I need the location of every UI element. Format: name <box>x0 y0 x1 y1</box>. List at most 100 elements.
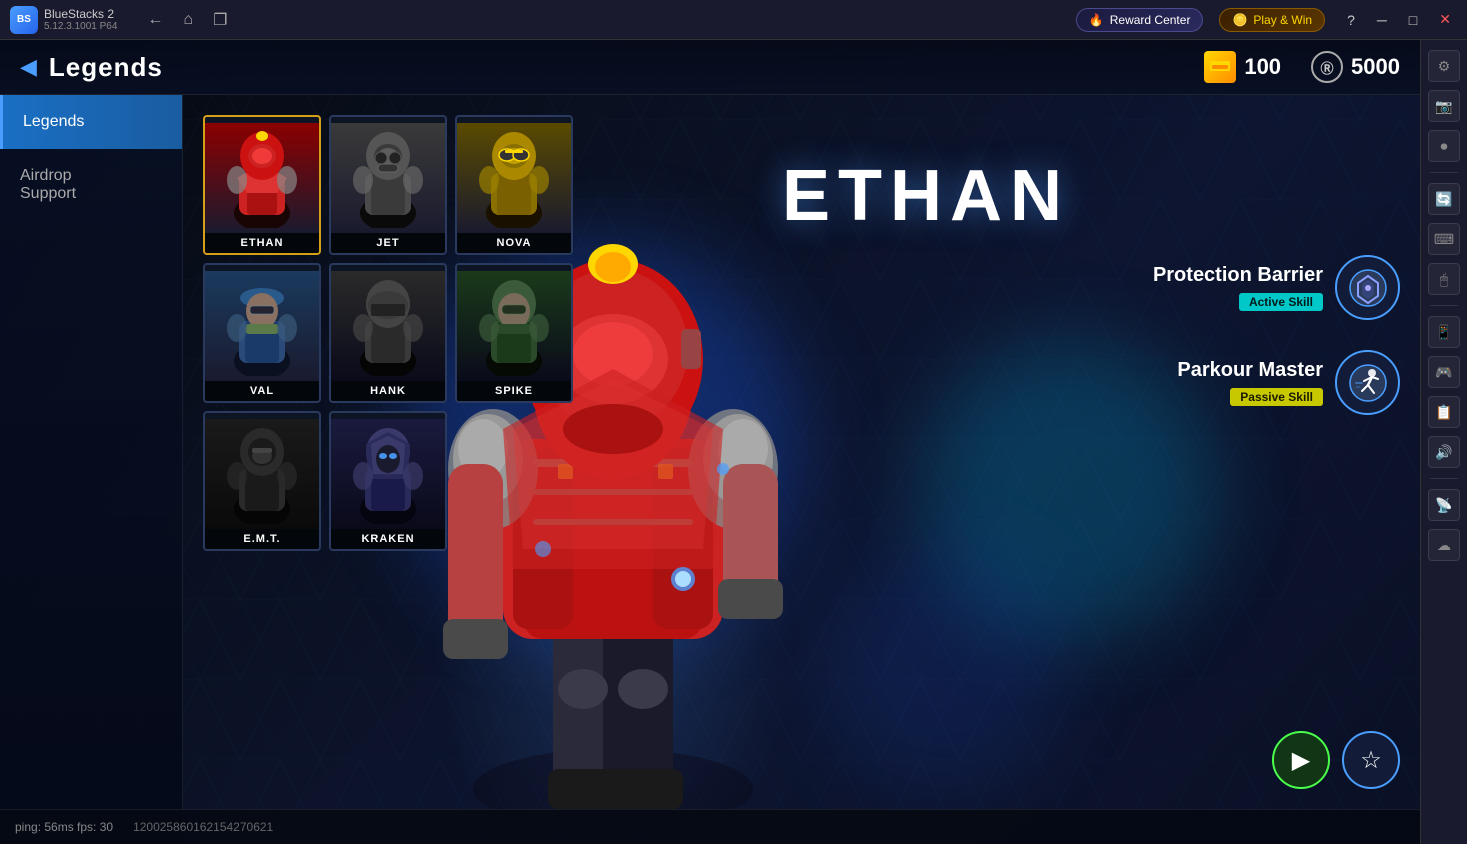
app-version: 5.12.3.1001 P64 <box>44 21 117 32</box>
help-button[interactable]: ? <box>1341 9 1361 30</box>
spike-name-tag: SPIKE <box>457 381 571 401</box>
window-nav-controls: ← ⌂ ❐ <box>147 10 227 30</box>
legend-card-val[interactable]: VAL <box>203 263 321 403</box>
play-button[interactable]: ▶ <box>1272 731 1330 789</box>
keyboard-icon[interactable]: ⌨ <box>1428 223 1460 255</box>
legend-card-hank[interactable]: 🔒 HANK <box>329 263 447 403</box>
status-bar: ping: 56ms fps: 30 120025860162154270621 <box>0 809 1420 844</box>
sidebar: Legends AirdropSupport <box>0 95 183 844</box>
sidebar-item-legends[interactable]: Legends <box>0 95 182 149</box>
hank-avatar <box>331 271 445 381</box>
val-name-tag: VAL <box>205 381 319 401</box>
skills-panel: Protection Barrier Active Skill Parkour … <box>1060 255 1400 445</box>
gamepad-icon[interactable]: 🎮 <box>1428 356 1460 388</box>
volume-icon[interactable]: 🔊 <box>1428 436 1460 468</box>
currency-display: 100 Ⓡ 5000 <box>1204 51 1400 83</box>
sidebar-divider-2 <box>1430 305 1458 306</box>
settings-icon[interactable]: ⚙ <box>1428 50 1460 82</box>
reward-center-label: Reward Center <box>1110 13 1191 27</box>
windows-nav-button[interactable]: ❐ <box>213 10 227 30</box>
cloud-icon[interactable]: ☁ <box>1428 529 1460 561</box>
back-button[interactable]: ◀ Legends <box>20 52 163 83</box>
emt-avatar <box>205 419 319 529</box>
game-area: ◀ Legends 100 Ⓡ 5000 Legend <box>0 40 1420 844</box>
legend-card-spike[interactable]: 🔒 SPIKE <box>455 263 573 403</box>
skill-2-icon-circle[interactable] <box>1335 350 1400 415</box>
emt-name-tag: E.M.T. <box>205 529 319 549</box>
skill-2-name: Parkour Master <box>1177 359 1323 382</box>
legend-card-nova[interactable]: NOVA <box>455 115 573 255</box>
r-currency-icon: Ⓡ <box>1311 51 1343 83</box>
coin-icon: 🪙 <box>1232 13 1247 27</box>
legend-card-emt[interactable]: 🔒 E.M.T. <box>203 411 321 551</box>
app-logo: BS BlueStacks 2 5.12.3.1001 P64 <box>10 6 117 34</box>
minimize-button[interactable]: ─ <box>1371 9 1393 30</box>
back-arrow-icon: ◀ <box>20 54 37 80</box>
jet-name-tag: JET <box>331 233 445 253</box>
app-name: BlueStacks 2 <box>44 7 117 21</box>
play-icon: ▶ <box>1292 746 1310 775</box>
page-title: Legends <box>49 52 163 83</box>
emt-figure <box>217 424 307 524</box>
nova-avatar <box>457 123 571 233</box>
jet-figure <box>343 128 433 228</box>
kraken-avatar <box>331 419 445 529</box>
kraken-figure <box>343 424 433 524</box>
parkour-master-icon <box>1348 363 1388 403</box>
gold-icon <box>1204 51 1236 83</box>
skill-1-type-badge: Active Skill <box>1239 293 1323 311</box>
sidebar-airdrop-label: AirdropSupport <box>20 167 76 203</box>
titlebar: BS BlueStacks 2 5.12.3.1001 P64 ← ⌂ ❐ 🔥 … <box>0 0 1467 40</box>
clipboard-icon[interactable]: 📋 <box>1428 396 1460 428</box>
hank-figure <box>343 276 433 376</box>
gold-currency: 100 <box>1204 51 1281 83</box>
protection-barrier-icon <box>1348 268 1388 308</box>
skill-2-type-badge: Passive Skill <box>1230 388 1323 406</box>
home-nav-button[interactable]: ⌂ <box>183 11 193 29</box>
header-bar: ◀ Legends 100 Ⓡ 5000 <box>0 40 1420 95</box>
skill-item-parkour-master: Parkour Master Passive Skill <box>1060 350 1400 415</box>
bottom-actions: ▶ ☆ <box>1272 731 1400 789</box>
ping-fps-display: ping: 56ms fps: 30 <box>15 820 113 834</box>
sidebar-legends-label: Legends <box>23 113 84 131</box>
nova-figure <box>469 128 559 228</box>
sidebar-divider-3 <box>1430 478 1458 479</box>
sidebar-item-airdrop-support[interactable]: AirdropSupport <box>0 149 182 221</box>
mouse-icon[interactable]: 🖱 <box>1428 263 1460 295</box>
screenshot-icon[interactable]: 📷 <box>1428 90 1460 122</box>
val-avatar <box>205 271 319 381</box>
legend-grid: ETHAN JET <box>183 95 583 809</box>
fire-icon: 🔥 <box>1089 13 1104 27</box>
mobile-icon[interactable]: 📱 <box>1428 316 1460 348</box>
back-nav-button[interactable]: ← <box>147 11 163 29</box>
record-icon[interactable]: ⏺ <box>1428 130 1460 162</box>
hank-name-tag: HANK <box>331 381 445 401</box>
r-currency: Ⓡ 5000 <box>1311 51 1400 83</box>
bluestacks-logo-icon: BS <box>10 6 38 34</box>
network-icon[interactable]: 📡 <box>1428 489 1460 521</box>
reward-center-button[interactable]: 🔥 Reward Center <box>1076 8 1204 32</box>
star-icon: ☆ <box>1360 746 1382 775</box>
bluestacks-sidebar: ⚙ 📷 ⏺ 🔄 ⌨ 🖱 📱 🎮 📋 🔊 📡 ☁ <box>1420 40 1467 844</box>
r-amount: 5000 <box>1351 54 1400 80</box>
gold-amount: 100 <box>1244 54 1281 80</box>
skill-item-protection-barrier: Protection Barrier Active Skill <box>1060 255 1400 320</box>
legend-card-jet[interactable]: JET <box>329 115 447 255</box>
ethan-name-tag: ETHAN <box>205 233 319 253</box>
play-win-button[interactable]: 🪙 Play & Win <box>1219 8 1325 32</box>
window-controls: ? ─ □ ✕ <box>1341 9 1457 30</box>
favorite-button[interactable]: ☆ <box>1342 731 1400 789</box>
rotate-icon[interactable]: 🔄 <box>1428 183 1460 215</box>
maximize-button[interactable]: □ <box>1403 9 1423 30</box>
legend-card-kraken[interactable]: KRAKEN <box>329 411 447 551</box>
legend-card-ethan[interactable]: ETHAN <box>203 115 321 255</box>
titlebar-right: 🔥 Reward Center 🪙 Play & Win ? ─ □ ✕ <box>1076 8 1457 32</box>
sidebar-divider-1 <box>1430 172 1458 173</box>
jet-avatar <box>331 123 445 233</box>
skill-1-icon-circle[interactable] <box>1335 255 1400 320</box>
kraken-name-tag: KRAKEN <box>331 529 445 549</box>
close-button[interactable]: ✕ <box>1433 9 1457 30</box>
device-id-display: 120025860162154270621 <box>133 820 273 834</box>
ethan-avatar <box>205 123 319 233</box>
skill-info-2: Parkour Master Passive Skill <box>1177 359 1323 406</box>
